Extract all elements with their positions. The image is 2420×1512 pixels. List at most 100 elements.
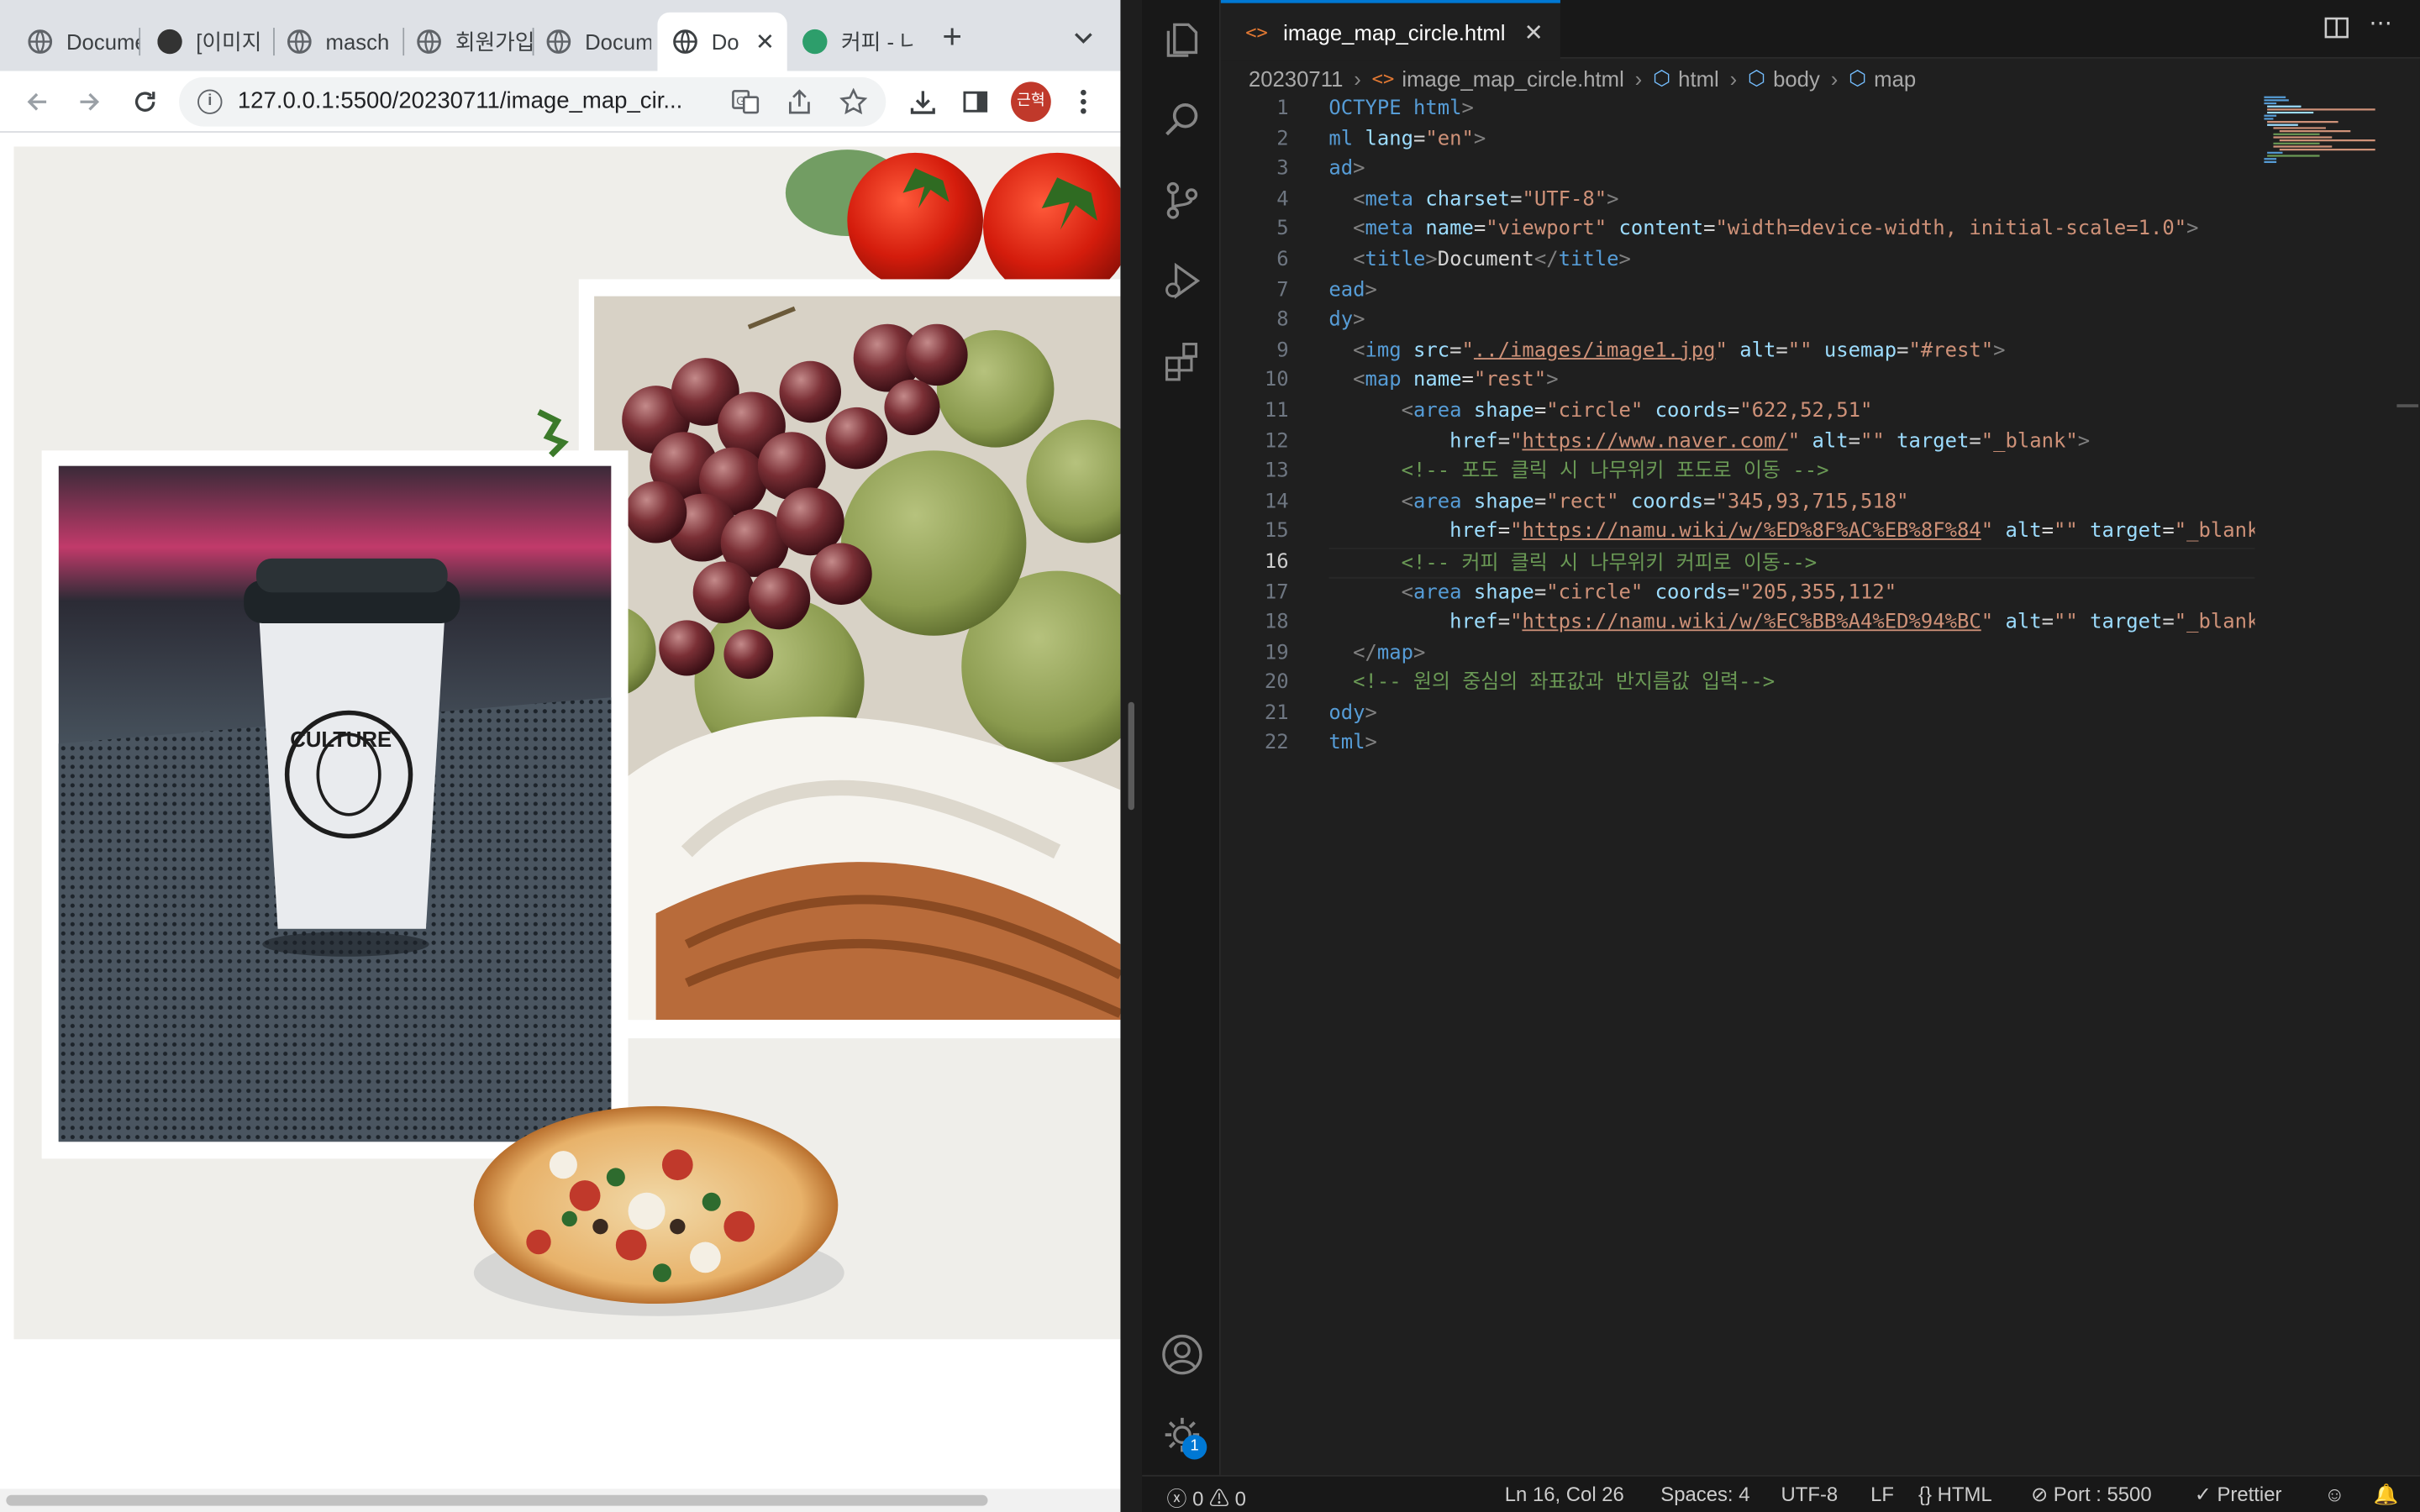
code-line[interactable]: </map> xyxy=(1328,638,2254,669)
code-token: " xyxy=(1510,520,1523,544)
html-file-icon: <> xyxy=(1245,20,1268,43)
code-line[interactable]: <meta name="viewport" content="width=dev… xyxy=(1328,215,2254,245)
tab-document-1[interactable]: Document xyxy=(28,13,141,71)
code-token: ml xyxy=(1328,127,1365,151)
bookmark-star-icon[interactable] xyxy=(839,87,868,123)
tab-document-2[interactable]: Document xyxy=(546,13,651,71)
live-server-port[interactable]: ⊘ Port : 5500 xyxy=(2031,1483,2152,1507)
notifications-bell-icon[interactable]: 🔔 xyxy=(2374,1483,2399,1507)
code-line[interactable]: ead> xyxy=(1328,276,2254,306)
code-token: = xyxy=(1727,580,1740,605)
vertical-scroll-marker[interactable] xyxy=(2396,404,2419,407)
kebab-menu-icon[interactable] xyxy=(1065,83,1102,120)
code-line[interactable]: OCTYPE html> xyxy=(1328,94,2254,124)
code-line[interactable]: <meta charset="UTF-8"> xyxy=(1328,185,2254,215)
info-icon[interactable]: i xyxy=(197,89,223,114)
problems-indicator[interactable]: ⓧ 0 ⚠ 0 xyxy=(1167,1483,1246,1512)
run-debug-icon[interactable] xyxy=(1160,260,1203,302)
code-token: < xyxy=(1328,490,1414,514)
tab-masch[interactable]: masch xyxy=(287,13,405,71)
minimap[interactable] xyxy=(2258,92,2381,185)
code-token: "" xyxy=(1787,339,1824,363)
code-line[interactable]: <!-- 포도 클릭 시 나무위키 포도로 이동 --> xyxy=(1328,457,2254,487)
code-token: > xyxy=(1618,248,1631,272)
download-icon[interactable] xyxy=(904,83,941,120)
account-icon[interactable] xyxy=(1160,1333,1203,1376)
code-line[interactable]: <title>Document</title> xyxy=(1328,245,2254,276)
code-line[interactable]: <area shape="circle" coords="205,355,112… xyxy=(1328,578,2254,608)
breadcrumb-body[interactable]: body xyxy=(1773,66,1820,91)
breadcrumb-map[interactable]: map xyxy=(1874,66,1916,91)
close-tab-icon[interactable]: ✕ xyxy=(755,28,775,55)
code-line[interactable]: tml> xyxy=(1328,729,2254,759)
code-line[interactable]: ad> xyxy=(1328,155,2254,185)
tab-active[interactable]: Do ✕ xyxy=(657,12,787,71)
window-splitter[interactable] xyxy=(1120,0,1143,1512)
tab-signup[interactable]: 회원가입 xyxy=(417,13,534,71)
code-token: ead xyxy=(1328,278,1365,302)
code-token: < xyxy=(1328,187,1365,212)
feedback-icon[interactable]: ☺ xyxy=(2324,1483,2344,1506)
horizontal-scrollbar[interactable] xyxy=(0,1488,1121,1512)
code-line[interactable]: href="https://namu.wiki/w/%ED%8F%AC%EB%8… xyxy=(1328,517,2254,548)
line-number: 9 xyxy=(1276,339,1289,363)
end-of-line[interactable]: LF xyxy=(1870,1483,1894,1506)
new-tab-button[interactable]: + xyxy=(935,19,969,55)
chevron-down-icon[interactable] xyxy=(1071,24,1096,49)
explorer-files-icon[interactable] xyxy=(1160,18,1203,61)
code-line[interactable]: <area shape="circle" coords="622,52,51" xyxy=(1328,396,2254,427)
code-text-area[interactable]: OCTYPE html> ml lang="en"> ad> <meta chars… xyxy=(1328,94,2255,789)
code-line[interactable]: href="https://www.naver.com/" alt="" tar… xyxy=(1328,427,2254,457)
code-line[interactable]: ml lang="en"> xyxy=(1328,124,2254,155)
code-token: target xyxy=(1897,429,1970,454)
code-token: target xyxy=(2090,520,2163,544)
extensions-icon[interactable] xyxy=(1160,339,1203,382)
code-line[interactable]: ody> xyxy=(1328,699,2254,729)
breadcrumb-folder[interactable]: 20230711 xyxy=(1249,66,1343,91)
split-editor-icon[interactable] xyxy=(2324,15,2349,46)
breadcrumb-file[interactable]: image_map_circle.html xyxy=(1402,66,1623,91)
chevron-right-icon: › xyxy=(1354,66,1361,92)
splitter-handle[interactable] xyxy=(1128,701,1134,811)
code-token: meta xyxy=(1365,218,1426,242)
code-token: > xyxy=(1546,369,1559,393)
search-icon[interactable] xyxy=(1160,99,1203,142)
share-icon[interactable] xyxy=(787,88,812,123)
code-token: > xyxy=(2186,218,2199,242)
breadcrumb-html[interactable]: html xyxy=(1678,66,1719,91)
code-line[interactable]: <!-- 커피 클릭 시 나무위키 커피로 이동--> xyxy=(1328,547,2255,578)
code-line[interactable]: <area shape="rect" coords="345,93,715,51… xyxy=(1328,487,2254,517)
code-line[interactable]: <!-- 원의 중심의 좌표값과 반지름값 입력--> xyxy=(1328,669,2254,699)
editor-tab-image-map-circle[interactable]: <> image_map_circle.html ✕ xyxy=(1220,0,1560,60)
back-arrow-icon[interactable] xyxy=(18,83,55,120)
code-token: https://www.naver.com/ xyxy=(1522,429,1788,454)
language-mode[interactable]: {} HTML xyxy=(1918,1483,1992,1506)
indentation[interactable]: Spaces: 4 xyxy=(1660,1483,1749,1506)
address-bar[interactable]: i 127.0.0.1:5500/20230711/image_map_cir.… xyxy=(179,76,886,127)
line-number: 5 xyxy=(1276,218,1289,242)
source-control-icon[interactable] xyxy=(1160,179,1203,222)
image-map-picture[interactable]: CULTURE xyxy=(13,146,1121,1340)
code-line[interactable]: dy> xyxy=(1328,306,2254,336)
scrollbar-thumb[interactable] xyxy=(6,1494,988,1506)
forward-arrow-icon[interactable] xyxy=(71,83,108,120)
more-actions-icon[interactable]: ⋯ xyxy=(2369,9,2392,37)
code-line[interactable]: <map name="rest"> xyxy=(1328,366,2254,396)
profile-avatar[interactable]: 근혁 xyxy=(1011,81,1051,123)
prettier-formatter[interactable]: ✓ Prettier xyxy=(2195,1483,2282,1507)
url-text[interactable]: 127.0.0.1:5500/20230711/image_map_cir... xyxy=(238,88,682,114)
code-token: < xyxy=(1328,339,1365,363)
tab-image[interactable]: [이미지 xyxy=(157,13,275,71)
reload-icon[interactable] xyxy=(127,83,164,120)
translate-icon[interactable]: G xyxy=(732,90,760,123)
side-panel-icon[interactable] xyxy=(957,83,994,120)
code-token: < xyxy=(1328,399,1414,423)
code-token: > xyxy=(1413,641,1426,665)
code-line[interactable]: <img src="../images/image1.jpg" alt="" u… xyxy=(1328,336,2254,366)
close-editor-icon[interactable]: ✕ xyxy=(1524,18,1544,45)
settings-gear-icon[interactable]: 1 xyxy=(1160,1413,1207,1460)
cursor-position[interactable]: Ln 16, Col 26 xyxy=(1505,1483,1624,1506)
encoding[interactable]: UTF-8 xyxy=(1781,1483,1839,1506)
tab-coffee[interactable]: 커피 - 나 xyxy=(797,13,913,71)
code-line[interactable]: href="https://namu.wiki/w/%EC%BB%A4%ED%9… xyxy=(1328,608,2254,638)
